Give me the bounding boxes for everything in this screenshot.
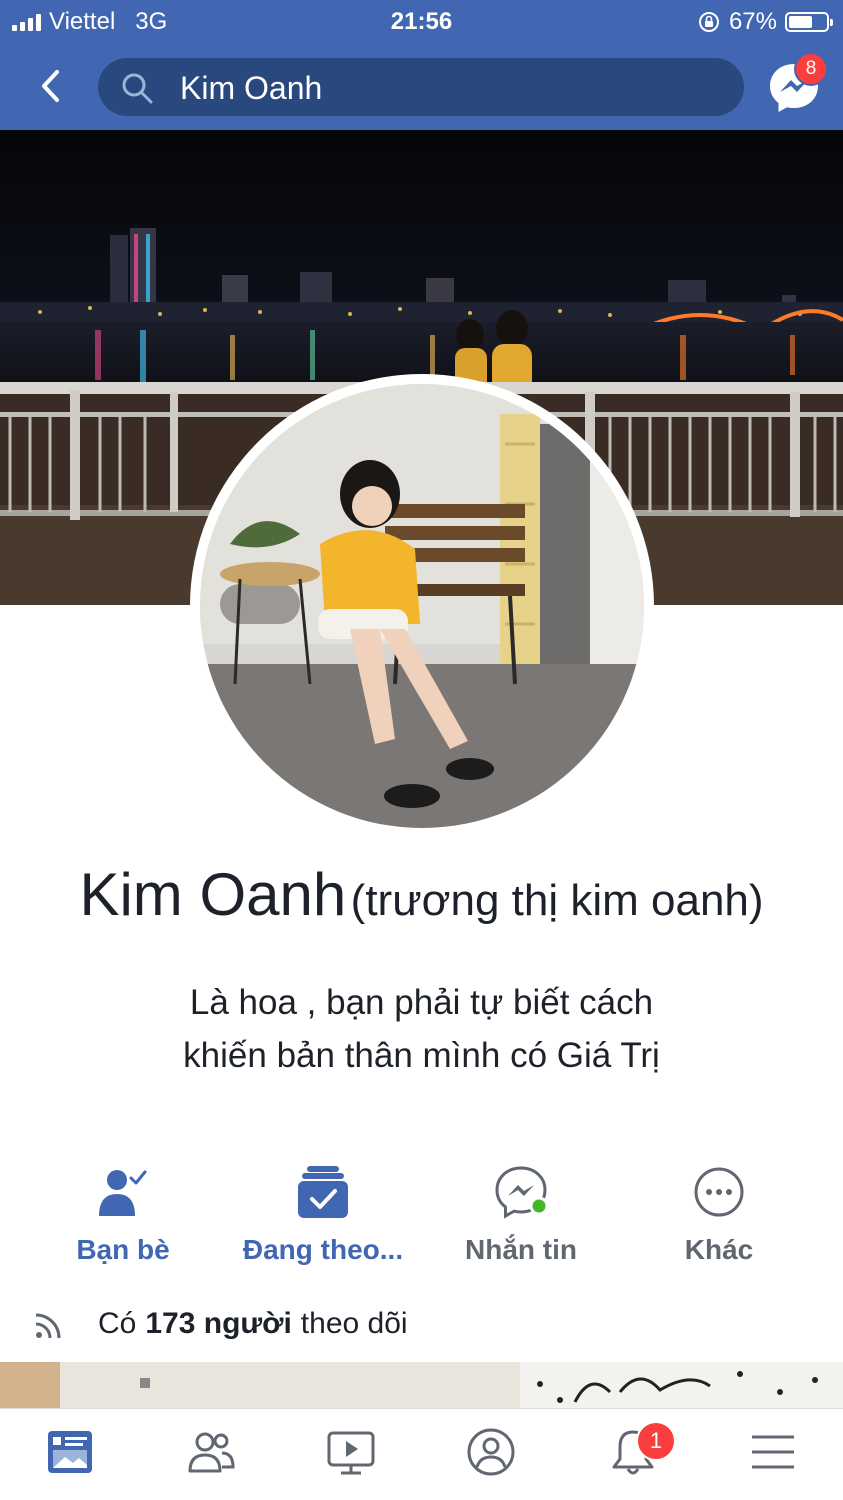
profile-name-main: Kim Oanh [79, 861, 347, 928]
photos-preview[interactable] [0, 1362, 843, 1410]
following-button[interactable]: Đang theo... [218, 1164, 428, 1266]
followers-row[interactable]: Có 173 người theo dõi [30, 1302, 408, 1346]
back-button[interactable] [30, 64, 70, 108]
friends-label: Bạn bè [76, 1234, 170, 1265]
following-label: Đang theo... [242, 1234, 404, 1265]
tab-watch[interactable] [316, 1427, 386, 1487]
bio-line: khiến bản thân mình có Giá Trị [183, 1036, 660, 1075]
messenger-icon [495, 1166, 549, 1219]
status-bar: Viettel 3G 21:56 67% [0, 0, 843, 44]
followers-count: 173 người [145, 1307, 292, 1340]
search-field[interactable]: Kim Oanh [98, 58, 744, 116]
more-label: Khác [684, 1234, 754, 1265]
rotation-lock-icon [698, 12, 719, 32]
tab-news-feed[interactable] [35, 1427, 105, 1487]
photo-thumbnail [0, 1362, 843, 1410]
tab-profile[interactable] [456, 1427, 526, 1487]
profile-name: Kim Oanh (trương thị kim oanh) [0, 860, 843, 929]
notification-badge: 1 [636, 1421, 676, 1461]
search-icon [122, 73, 153, 104]
profile-actions: Bạn bè Đang theo... Nhắn tin Khác [0, 1164, 843, 1274]
news-feed-icon [48, 1431, 92, 1473]
chevron-left-icon [42, 70, 59, 102]
bio-line: Là hoa , bạn phải tự biết cách [189, 983, 654, 1022]
more-button[interactable]: Khác [614, 1164, 824, 1266]
profile-picture[interactable] [200, 384, 644, 828]
status-right: 67% [697, 8, 833, 36]
tab-menu[interactable] [738, 1427, 808, 1487]
menu-icon [752, 1435, 794, 1469]
watch-icon [327, 1431, 375, 1475]
message-button[interactable]: Nhắn tin [416, 1164, 626, 1266]
more-icon [694, 1167, 744, 1217]
profile-image [200, 384, 644, 828]
tab-notifications[interactable]: 1 [598, 1421, 676, 1487]
top-navigation: Kim Oanh 8 [0, 44, 843, 130]
search-query: Kim Oanh [180, 70, 323, 106]
profile-icon [467, 1428, 515, 1476]
battery-fill [789, 16, 812, 28]
message-label: Nhắn tin [465, 1234, 577, 1265]
following-icon [298, 1166, 348, 1218]
friends-icon [188, 1432, 235, 1473]
profile-bio: Là hoa , bạn phải tự biết cách khiến bản… [60, 976, 783, 1082]
rss-follow-icon [35, 1313, 61, 1339]
battery-percent: 67% [728, 8, 777, 35]
profile-name-alternate: (trương thị kim oanh) [350, 876, 764, 925]
battery-icon [785, 12, 833, 32]
friends-check-icon [99, 1170, 147, 1216]
messenger-badge: 8 [794, 52, 828, 86]
followers-prefix: Có [98, 1307, 137, 1340]
bottom-tab-bar: 1 [0, 1408, 843, 1500]
followers-suffix: theo dõi [300, 1307, 408, 1340]
messenger-button[interactable]: 8 [766, 52, 828, 116]
tab-friends[interactable] [176, 1427, 246, 1487]
friends-button[interactable]: Bạn bè [18, 1164, 228, 1266]
